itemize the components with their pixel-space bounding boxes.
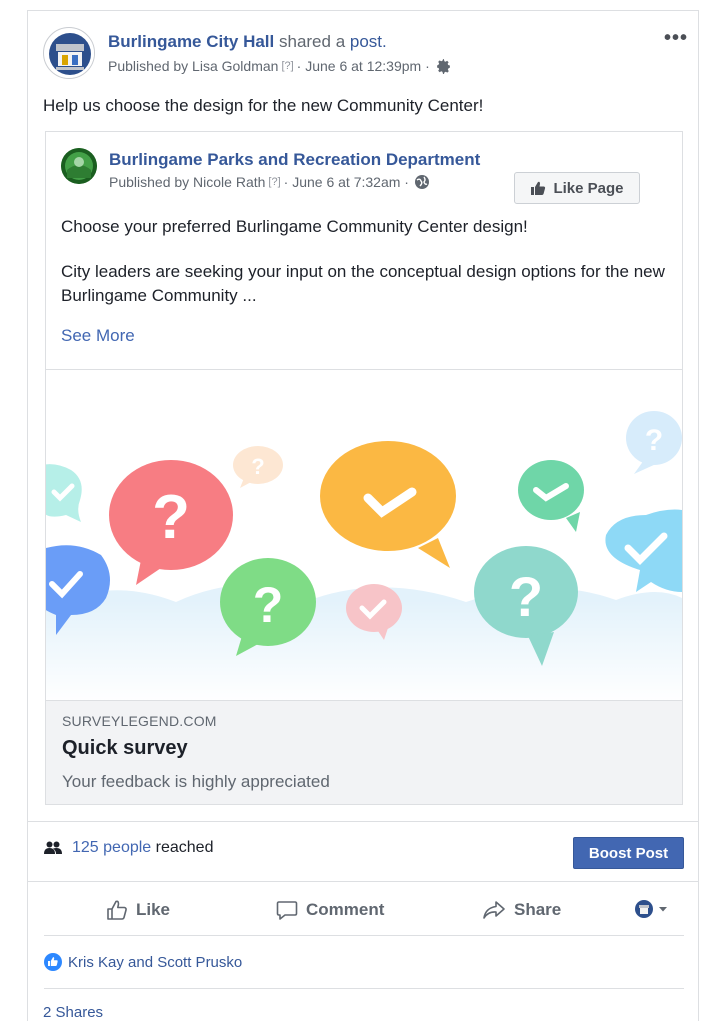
post-date[interactable]: · June 6 at 12:39pm · <box>297 57 430 75</box>
svg-text:?: ? <box>152 483 190 552</box>
people-icon <box>44 841 62 854</box>
svg-text:?: ? <box>251 454 264 479</box>
shared-text: shared a <box>274 32 350 51</box>
divider <box>44 988 684 989</box>
city-hall-link[interactable]: Burlingame City Hall <box>108 32 274 51</box>
divider <box>28 881 698 882</box>
link-preview-image[interactable]: ? ? ? ? ? <box>46 369 682 701</box>
shared-post-meta: Published by Nicole Rath [?] · June 6 at… <box>109 173 430 191</box>
post-as-selector[interactable] <box>634 899 668 919</box>
post-link[interactable]: post. <box>350 32 387 51</box>
help-marker[interactable]: [?] <box>281 57 293 75</box>
shares-count-link[interactable]: 2 Shares <box>43 1004 103 1021</box>
like-page-button[interactable]: Like Page <box>514 172 640 204</box>
comment-button[interactable]: Comment <box>276 899 384 921</box>
shared-publisher-text: Published by Nicole Rath <box>109 174 266 190</box>
parks-page-link[interactable]: Burlingame Parks and Recreation Departme… <box>109 149 480 171</box>
link-domain: SURVEYLEGEND.COM <box>62 713 217 729</box>
svg-text:?: ? <box>253 577 284 633</box>
likes-summary[interactable]: Kris Kay and Scott Prusko <box>44 953 242 971</box>
comment-icon <box>276 901 298 920</box>
divider <box>28 821 698 822</box>
boost-post-button[interactable]: Boost Post <box>573 837 684 869</box>
reach-summary: 125 people reached <box>44 839 213 857</box>
like-button[interactable]: Like <box>106 899 170 921</box>
globe-icon <box>414 175 429 189</box>
post-card: Burlingame City Hall shared a post. Publ… <box>27 10 699 1021</box>
like-page-label: Like Page <box>553 179 624 197</box>
link-preview-caption[interactable]: SURVEYLEGEND.COM Quick survey Your feedb… <box>46 701 682 804</box>
comment-label: Comment <box>306 900 385 919</box>
shared-post-text: Choose your preferred Burlingame Communi… <box>61 217 528 236</box>
action-bar: Like Comment Share <box>44 889 684 933</box>
like-label: Like <box>136 900 171 919</box>
more-options-icon[interactable]: ••• <box>664 27 688 50</box>
link-description: Your feedback is highly appreciated <box>62 772 330 791</box>
thumbs-up-outline-icon <box>107 900 127 920</box>
caret-down-icon <box>659 907 667 912</box>
parks-avatar[interactable] <box>61 148 97 184</box>
like-reaction-icon <box>44 953 62 971</box>
shared-post: Burlingame Parks and Recreation Departme… <box>45 131 683 805</box>
likes-names[interactable]: Kris Kay and Scott Prusko <box>68 954 242 971</box>
shared-post-text-excerpt: City leaders are seeking your input on t… <box>61 262 665 305</box>
share-button[interactable]: Share <box>482 899 561 921</box>
svg-text:?: ? <box>645 424 663 457</box>
share-icon <box>483 901 505 919</box>
shared-post-date[interactable]: · June 6 at 7:32am · <box>284 173 409 191</box>
share-label: Share <box>514 900 562 919</box>
see-more-link[interactable]: See More <box>61 325 135 347</box>
page-avatar-icon <box>635 900 653 918</box>
divider <box>44 935 684 936</box>
publisher-text: Published by Lisa Goldman <box>108 58 279 74</box>
gear-icon[interactable] <box>435 58 452 75</box>
thumbs-up-icon <box>531 181 546 195</box>
reach-count-link[interactable]: 125 people <box>72 839 151 856</box>
shared-help-marker[interactable]: [?] <box>268 173 280 191</box>
post-meta: Published by Lisa Goldman [?] · June 6 a… <box>108 57 452 75</box>
link-title: Quick survey <box>62 737 188 759</box>
svg-text:?: ? <box>509 565 543 628</box>
post-message: Help us choose the design for the new Co… <box>43 96 484 115</box>
post-header-title: Burlingame City Hall shared a post. <box>108 31 387 53</box>
city-hall-avatar[interactable] <box>43 27 95 79</box>
reach-suffix: reached <box>155 839 214 856</box>
